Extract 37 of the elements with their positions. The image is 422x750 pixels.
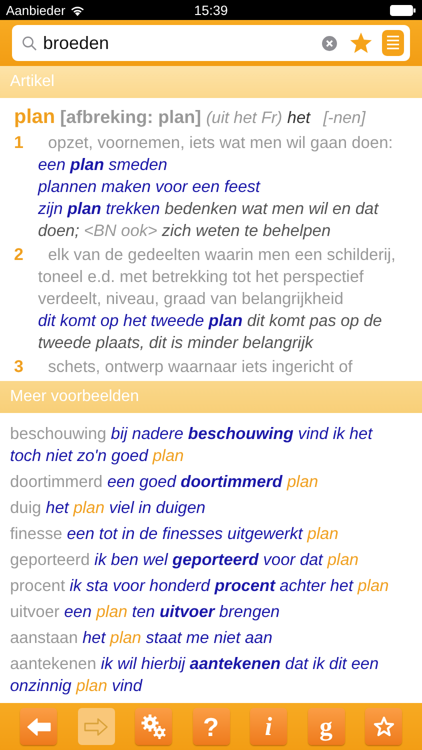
carrier-name: Aanbieder (6, 2, 66, 18)
definition-text: opzet, voornemen, iets wat men wil gaan doen: (47, 133, 394, 154)
gears-icon (140, 714, 166, 740)
example-text: dit komt op het tweede plan dit komt pas op de tweede plaats, dit is minder belangrijk (38, 311, 383, 354)
example-row[interactable]: duig het plan viel in duigen (10, 497, 398, 519)
example-text: plannen maken voor een feest (38, 177, 262, 198)
settings-button[interactable] (135, 708, 172, 745)
favorites-button[interactable] (365, 708, 402, 745)
definition-text: schets, ontwerp waarnaar iets ingericht of (47, 357, 354, 378)
search-field[interactable]: broeden (12, 25, 410, 61)
star-icon (372, 716, 394, 737)
sense-number: 2 (14, 244, 24, 266)
star-icon[interactable] (349, 32, 373, 54)
clear-icon[interactable] (322, 36, 337, 50)
search-icon (22, 36, 37, 50)
example-row[interactable]: uitvoer een plan ten uitvoer brengen (10, 601, 398, 623)
definition-text: elk van de gedeelten waarin men een schilderij, toneel e.d. met betrekking tot het perspectief verdeelt, niveau, graad van belangrijkheid (38, 245, 397, 310)
back-button[interactable] (20, 708, 57, 745)
example-row[interactable]: aanstaan het plan staat me niet aan (10, 627, 398, 649)
wifi-icon (70, 4, 86, 16)
example-text: een plan smeden (38, 155, 168, 176)
example-text: zijn plan trekken bedenken wat men wil en dat doen; <BN ook> zich weten te behelpen (38, 199, 380, 242)
menu-icon[interactable] (382, 30, 404, 56)
example-row[interactable]: aantekenen ik wil hierbij aantekenen dat ik dit een onzinnig plan vind (10, 653, 398, 697)
example-row[interactable]: doortimmerd een goed doortimmerd plan (10, 471, 398, 493)
headword-line: plan [afbreking: plan] (uit het Fr) het [-nen] (14, 105, 367, 130)
sense-number: 1 (14, 132, 24, 154)
left-arrow-icon (26, 718, 50, 736)
sense-number: 3 (14, 356, 24, 378)
clock-time: 15:39 (194, 2, 228, 18)
battery-icon (390, 4, 416, 16)
example-row[interactable]: procent ik sta voor honderd procent achter het plan (10, 575, 398, 597)
section-header: Artikel (0, 66, 422, 98)
example-row[interactable]: finesse een tot in de finesses uitgewerkt plan (10, 523, 398, 545)
section-header: Meer voorbeelden (0, 381, 422, 413)
example-row[interactable]: geporteerd ik ben wel geporteerd voor dat plan (10, 549, 398, 571)
right-arrow-icon (84, 718, 108, 736)
